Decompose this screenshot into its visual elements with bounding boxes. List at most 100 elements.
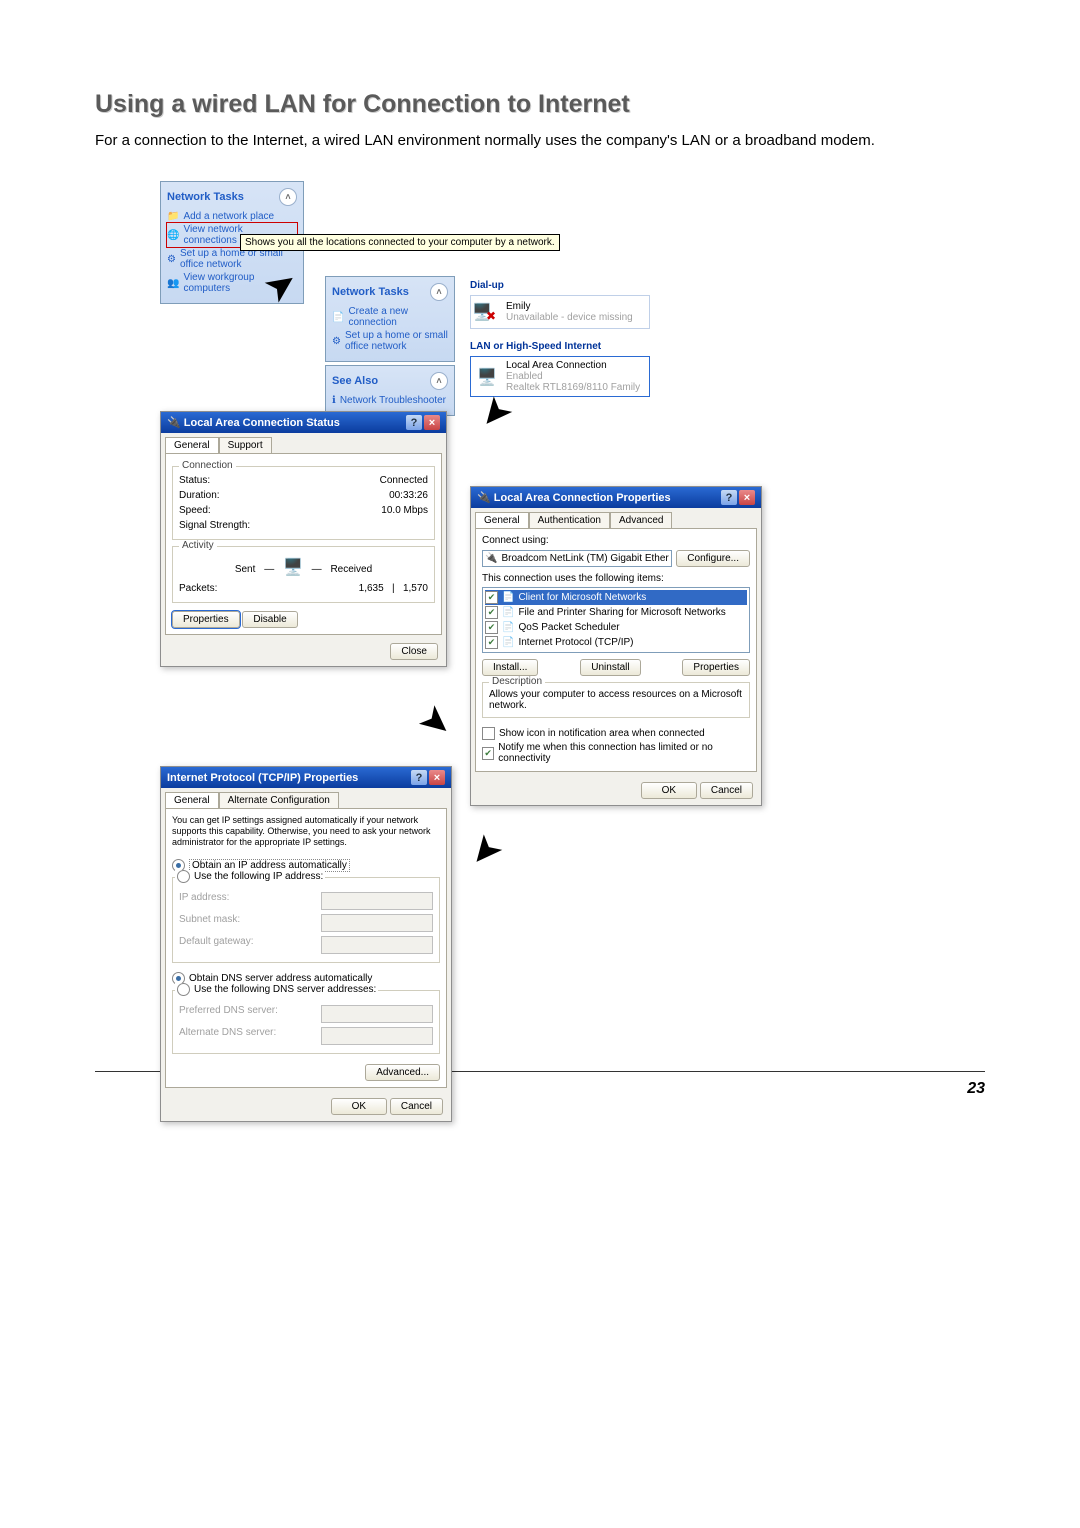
checkbox-showicon[interactable] xyxy=(482,727,495,740)
close-icon[interactable]: × xyxy=(429,770,445,785)
pref-dns-field xyxy=(321,1005,433,1023)
cancel-button[interactable]: Cancel xyxy=(390,1098,443,1115)
intro-paragraph: For a connection to the Internet, a wire… xyxy=(95,131,985,151)
arrow-icon: ➤ xyxy=(409,694,462,749)
packets-sent: 1,635 xyxy=(359,583,384,594)
connections-list: Dial-up 🖥️✖ Emily Unavailable - device m… xyxy=(470,276,650,397)
adapter-icon: 🔌 xyxy=(485,553,497,564)
ip-address-label: IP address: xyxy=(179,892,229,910)
speed-label: Speed: xyxy=(179,505,211,516)
received-label: Received xyxy=(330,564,372,575)
checkbox[interactable] xyxy=(485,621,498,634)
help-icon[interactable]: ? xyxy=(721,490,737,505)
notify-label: Notify me when this connection has limit… xyxy=(498,742,750,764)
show-icon-label: Show icon in notification area when conn… xyxy=(499,728,705,739)
packets-label: Packets: xyxy=(179,583,217,594)
lan-status-text: Enabled xyxy=(506,371,640,382)
lan-item[interactable]: 🖥️ Local Area Connection Enabled Realtek… xyxy=(470,356,650,397)
arrow-icon: ➤ xyxy=(458,825,513,878)
tab-general[interactable]: General xyxy=(475,512,529,528)
ok-button[interactable]: OK xyxy=(641,782,697,799)
radio-use-ip[interactable] xyxy=(177,870,190,883)
sent-label: Sent xyxy=(235,564,256,575)
task-setup-home[interactable]: ⚙Set up a home or small office network xyxy=(332,329,448,353)
packets-received: 1,570 xyxy=(403,583,428,594)
checkbox-notify[interactable] xyxy=(482,747,494,760)
dialog-title: Internet Protocol (TCP/IP) Properties xyxy=(167,772,358,784)
lan-name: Local Area Connection xyxy=(506,360,640,371)
install-button[interactable]: Install... xyxy=(482,659,538,676)
uses-items-label: This connection uses the following items… xyxy=(482,573,750,584)
close-icon[interactable]: × xyxy=(424,415,440,430)
advanced-button[interactable]: Advanced... xyxy=(365,1064,440,1081)
dialup-status: Unavailable - device missing xyxy=(506,312,633,323)
close-button[interactable]: Close xyxy=(390,643,438,660)
gateway-field xyxy=(321,936,433,954)
configure-button[interactable]: Configure... xyxy=(676,550,750,567)
status-value: Connected xyxy=(380,475,428,486)
ok-button[interactable]: OK xyxy=(331,1098,387,1115)
activity-icon: 🖥️ xyxy=(283,559,303,576)
duration-value: 00:33:26 xyxy=(389,490,428,501)
dialog-title: Local Area Connection Properties xyxy=(494,492,671,504)
subnet-label: Subnet mask: xyxy=(179,914,240,932)
collapse-icon[interactable]: ˄ xyxy=(279,188,297,206)
checkbox[interactable] xyxy=(485,606,498,619)
properties-button[interactable]: Properties xyxy=(682,659,750,676)
cancel-button[interactable]: Cancel xyxy=(700,782,753,799)
lan-icon: 🖥️ xyxy=(474,364,500,390)
connection-group-label: Connection xyxy=(179,460,236,471)
gateway-label: Default gateway: xyxy=(179,936,254,954)
help-icon[interactable]: ? xyxy=(406,415,422,430)
checkbox[interactable] xyxy=(485,636,498,649)
radio-use-dns[interactable] xyxy=(177,983,190,996)
tcpip-description: You can get IP settings assigned automat… xyxy=(172,815,440,847)
description-text: Allows your computer to access resources… xyxy=(489,689,743,711)
checkbox[interactable] xyxy=(485,591,498,604)
lan-status-dialog: 🔌 Local Area Connection Status ? × Gener… xyxy=(160,411,447,667)
activity-group-label: Activity xyxy=(179,540,217,551)
tab-advanced[interactable]: Advanced xyxy=(610,512,672,528)
duration-label: Duration: xyxy=(179,490,220,501)
ip-address-field xyxy=(321,892,433,910)
collapse-icon[interactable]: ˄ xyxy=(430,372,448,390)
lan-heading: LAN or High-Speed Internet xyxy=(470,341,650,352)
task-create-connection[interactable]: 📄Create a new connection xyxy=(332,305,448,329)
help-icon[interactable]: ? xyxy=(411,770,427,785)
tab-general[interactable]: General xyxy=(165,437,219,453)
subnet-field xyxy=(321,914,433,932)
uninstall-button[interactable]: Uninstall xyxy=(580,659,640,676)
collapse-icon[interactable]: ˄ xyxy=(430,283,448,301)
speed-value: 10.0 Mbps xyxy=(381,505,428,516)
tab-authentication[interactable]: Authentication xyxy=(529,512,610,528)
disable-button[interactable]: Disable xyxy=(242,611,297,628)
task-troubleshooter[interactable]: ℹNetwork Troubleshooter xyxy=(332,394,448,407)
pane-heading: See Also xyxy=(332,375,378,387)
tab-alternate[interactable]: Alternate Configuration xyxy=(219,792,339,808)
close-icon[interactable]: × xyxy=(739,490,755,505)
signal-label: Signal Strength: xyxy=(179,520,250,531)
tab-support[interactable]: Support xyxy=(219,437,272,453)
description-label: Description xyxy=(489,676,545,687)
properties-button[interactable]: Properties xyxy=(172,611,240,628)
page-title: Using a wired LAN for Connection to Inte… xyxy=(95,90,985,119)
item-qos[interactable]: QoS Packet Scheduler xyxy=(518,622,619,633)
lan-properties-dialog: 🔌 Local Area Connection Properties ? × G… xyxy=(470,486,762,806)
dialup-name: Emily xyxy=(506,301,633,312)
tcpip-properties-dialog: Internet Protocol (TCP/IP) Properties ? … xyxy=(160,766,452,1121)
dialog-title: Local Area Connection Status xyxy=(184,417,340,429)
task-add-place[interactable]: 📁Add a network place xyxy=(167,210,297,223)
status-label: Status: xyxy=(179,475,210,486)
dialup-heading: Dial-up xyxy=(470,280,650,291)
connect-using-label: Connect using: xyxy=(482,535,750,546)
tab-general[interactable]: General xyxy=(165,792,219,808)
item-fileprint[interactable]: File and Printer Sharing for Microsoft N… xyxy=(518,607,725,618)
network-tasks-pane-2: Network Tasks ˄ 📄Create a new connection… xyxy=(325,276,455,416)
use-dns-label: Use the following DNS server addresses: xyxy=(194,984,376,995)
adapter-name: Broadcom NetLink (TM) Gigabit Ether xyxy=(501,553,668,564)
dialup-item[interactable]: 🖥️✖ Emily Unavailable - device missing xyxy=(470,295,650,329)
figure-area: Network Tasks ˄ 📁Add a network place 🌐Vi… xyxy=(160,181,920,1061)
item-client[interactable]: Client for Microsoft Networks xyxy=(518,592,646,603)
item-tcpip[interactable]: Internet Protocol (TCP/IP) xyxy=(518,637,633,648)
dialup-icon: 🖥️✖ xyxy=(474,299,500,325)
